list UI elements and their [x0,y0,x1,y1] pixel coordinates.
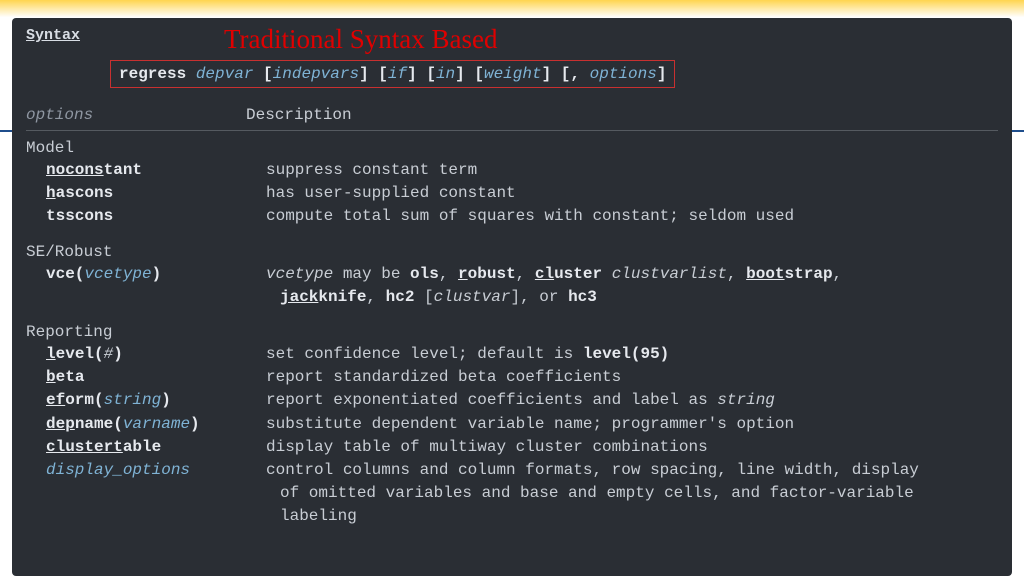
option-eform: eform(string) report exponentiated coeff… [26,389,998,412]
option-display-options-l2: of omitted variables and base and empty … [26,482,998,505]
option-vce-cont: jackknife, hc2 [clustvar], or hc3 [26,286,998,309]
option-vce: vce(vcetype) vcetype may be ols, robust,… [26,263,998,286]
option-tsscons: tsscons compute total sum of squares wit… [26,205,998,228]
section-reporting: Reporting [26,323,998,341]
table-header: options Description [26,106,998,124]
syntax-heading[interactable]: Syntax [26,27,80,44]
option-depname: depname(varname) substitute dependent va… [26,413,998,436]
option-display-options-l3: labeling [26,505,998,528]
options-header: options [26,106,246,124]
help-panel: Syntax Traditional Syntax Based regress … [12,18,1012,576]
syntax-command: regress depvar [indepvars] [if] [in] [we… [110,60,675,88]
option-noconstant: noconstant suppress constant term [26,159,998,182]
section-model: Model [26,139,998,157]
option-display-options: display_options control columns and colu… [26,459,998,482]
description-header: Description [246,106,352,124]
option-level: level(#) set confidence level; default i… [26,343,998,366]
red-annotation: Traditional Syntax Based [224,24,498,55]
option-beta: beta report standardized beta coefficien… [26,366,998,389]
option-clustertable: clustertable display table of multiway c… [26,436,998,459]
section-se-robust: SE/Robust [26,243,998,261]
option-hascons: hascons has user-supplied constant [26,182,998,205]
